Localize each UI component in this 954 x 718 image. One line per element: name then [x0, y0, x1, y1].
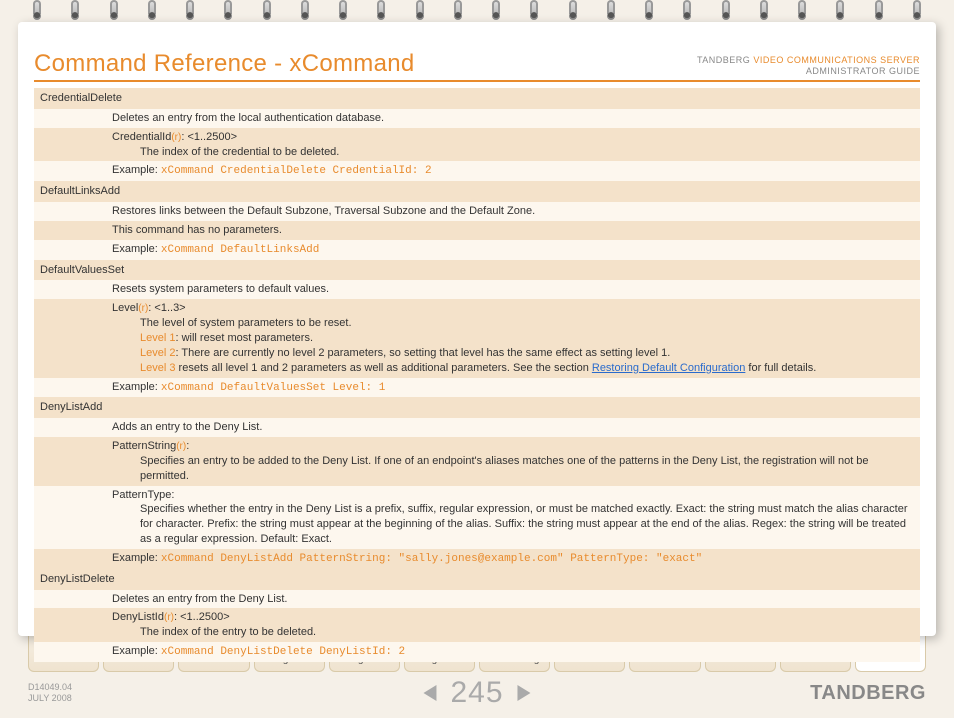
command-name-row: DefaultLinksAdd: [34, 181, 920, 202]
command-desc-row: Restores links between the Default Subzo…: [34, 202, 920, 221]
command-block: DefaultValuesSetResets system parameters…: [34, 260, 920, 398]
doc-date: JULY 2008: [28, 693, 72, 704]
command-block: CredentialDeleteDeletes an entry from th…: [34, 88, 920, 181]
command-desc-row: Resets system parameters to default valu…: [34, 280, 920, 299]
pager: 245: [420, 676, 533, 710]
header-branding: TANDBERG VIDEO COMMUNICATIONS SERVER ADM…: [697, 55, 920, 78]
command-block: DenyListDeleteDeletes an entry from the …: [34, 569, 920, 662]
example-row: Example: xCommand DenyListAdd PatternStr…: [34, 549, 920, 569]
brand-name: TANDBERG: [697, 55, 750, 65]
command-list: CredentialDeleteDeletes an entry from th…: [34, 88, 920, 662]
page-header: Command Reference - xCommand TANDBERG VI…: [34, 50, 920, 82]
command-block: DenyListAddAdds an entry to the Deny Lis…: [34, 397, 920, 568]
param-row: Level(r): <1..3>The level of system para…: [34, 299, 920, 377]
footer-doc-info: D14049.04 JULY 2008: [28, 682, 72, 704]
page-content: Command Reference - xCommand TANDBERG VI…: [18, 22, 936, 636]
param-row: PatternString(r): Specifies an entry to …: [34, 437, 920, 486]
param-row: DenyListId(r): <1..2500>The index of the…: [34, 608, 920, 642]
spiral-binding: [18, 0, 936, 40]
command-name-row: DefaultValuesSet: [34, 260, 920, 281]
command-desc-row: Adds an entry to the Deny List.: [34, 418, 920, 437]
product-name: VIDEO COMMUNICATIONS SERVER: [753, 55, 920, 65]
command-desc-row: Deletes an entry from the local authenti…: [34, 109, 920, 128]
example-row: Example: xCommand DefaultValuesSet Level…: [34, 378, 920, 398]
command-note-row: This command has no parameters.: [34, 221, 920, 240]
command-name-row: DenyListDelete: [34, 569, 920, 590]
command-name-row: DenyListAdd: [34, 397, 920, 418]
doc-id: D14049.04: [28, 682, 72, 693]
prev-page-arrow-icon[interactable]: [420, 682, 442, 704]
doc-subtitle: ADMINISTRATOR GUIDE: [697, 66, 920, 78]
param-row: PatternType: Specifies whether the entry…: [34, 486, 920, 549]
page-number: 245: [450, 676, 503, 710]
param-row: CredentialId(r): <1..2500>The index of t…: [34, 128, 920, 162]
command-name-row: CredentialDelete: [34, 88, 920, 109]
next-page-arrow-icon[interactable]: [512, 682, 534, 704]
page-footer: D14049.04 JULY 2008 245 TANDBERG: [18, 676, 936, 710]
example-row: Example: xCommand CredentialDelete Crede…: [34, 161, 920, 181]
example-row: Example: xCommand DefaultLinksAdd: [34, 240, 920, 260]
command-block: DefaultLinksAddRestores links between th…: [34, 181, 920, 259]
example-row: Example: xCommand DenyListDelete DenyLis…: [34, 642, 920, 662]
command-desc-row: Deletes an entry from the Deny List.: [34, 590, 920, 609]
link-restore-default[interactable]: Restoring Default Configuration: [592, 362, 745, 374]
footer-brand: TANDBERG: [810, 682, 926, 705]
page-title: Command Reference - xCommand: [34, 50, 415, 78]
